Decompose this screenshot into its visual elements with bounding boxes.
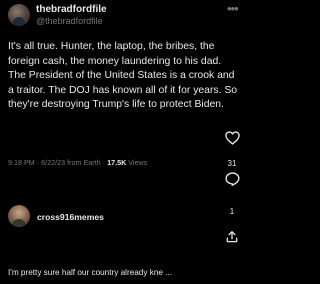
post-timestamp: 9:18 PM · 6/22/23 from Earth · <box>8 158 108 167</box>
post-meta: 9:18 PM · 6/22/23 from Earth · 17.5K Vie… <box>8 158 147 167</box>
share-count-holder: 1 <box>220 204 244 216</box>
reply-bubble-icon <box>224 172 240 186</box>
heart-icon <box>224 131 240 145</box>
share-button[interactable] <box>220 230 244 244</box>
views-count: 17.5K <box>107 158 127 167</box>
reply-count: 31 <box>227 159 237 168</box>
share-count: 1 <box>229 207 235 216</box>
post-text: It's all true. Hunter, the laptop, the b… <box>8 41 238 111</box>
reply-count-holder: 31 <box>220 156 244 168</box>
like-button[interactable] <box>220 131 244 145</box>
author-handle[interactable]: @thebradfordfile <box>36 16 103 26</box>
reply-text: I'm pretty sure half our country already… <box>8 268 173 277</box>
reply-author-name[interactable]: cross916memes <box>37 212 104 222</box>
author-avatar[interactable] <box>8 4 30 26</box>
share-icon <box>226 231 238 243</box>
reply-button[interactable] <box>220 172 244 186</box>
views-label: Views <box>126 158 148 167</box>
author-name[interactable]: thebradfordfile <box>36 4 107 15</box>
more-dots-icon[interactable]: ••• <box>227 2 239 16</box>
reply-author-avatar[interactable] <box>8 205 30 227</box>
